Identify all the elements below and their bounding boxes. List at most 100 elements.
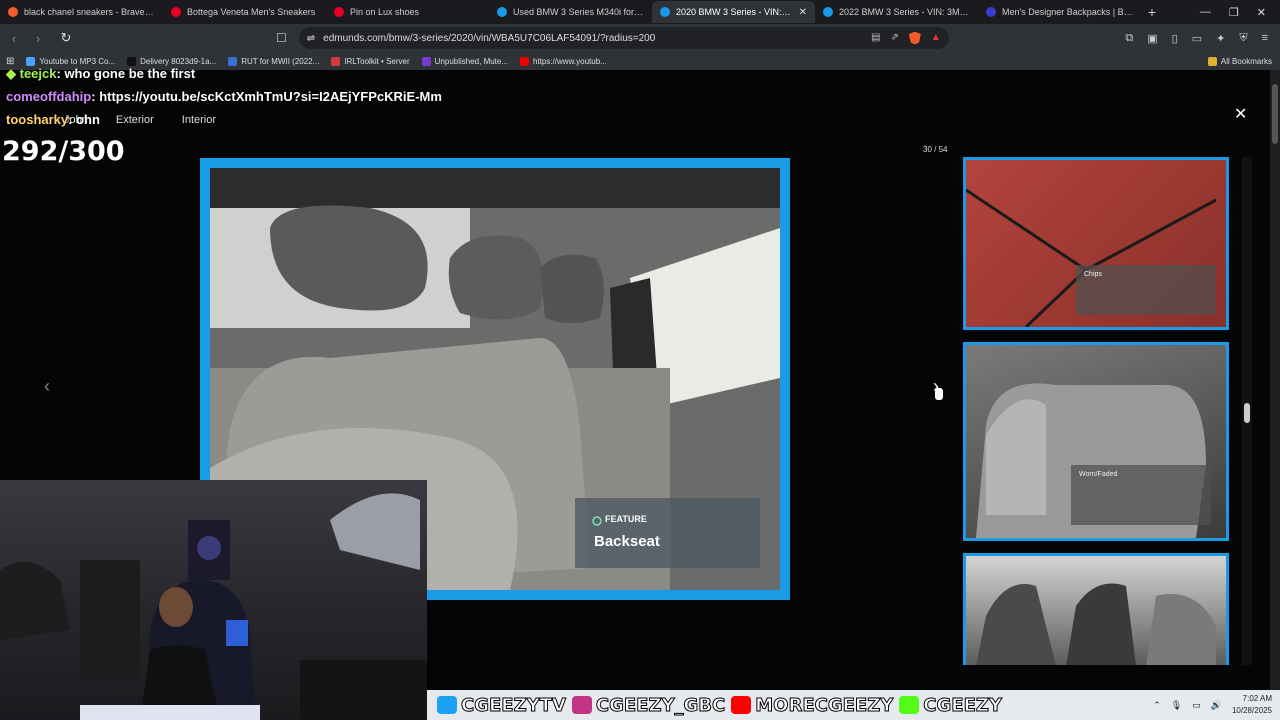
rewards-icon[interactable]: ▲: [931, 32, 941, 45]
thumbnail-scrollbar[interactable]: [1242, 157, 1252, 665]
favicon-icon: [8, 7, 18, 17]
tab-title: Men's Designer Backpacks | Burberr: [1002, 7, 1133, 17]
window-controls: — ❐ ✕: [1200, 6, 1280, 19]
browser-tab[interactable]: Men's Designer Backpacks | Burberr: [978, 1, 1141, 23]
close-window-icon[interactable]: ✕: [1257, 6, 1266, 19]
tab-title: 2022 BMW 3 Series - VIN: 3MW5U7: [839, 7, 970, 17]
bookmark-item[interactable]: Unpublished, Mute...: [421, 56, 508, 66]
tab-title: 2020 BMW 3 Series - VIN: WBA5: [676, 7, 793, 17]
extension-icon[interactable]: ⧉: [1125, 32, 1133, 45]
tab-exterior[interactable]: Exterior: [116, 114, 154, 126]
chat-colon: :: [91, 89, 100, 104]
youtube-handle: MORECGEEZY: [731, 694, 894, 716]
kick-name: CGEEZY: [923, 694, 1003, 716]
vpn-icon[interactable]: ⛨: [1239, 32, 1247, 45]
instagram-handle: CGEEZY_GBC: [571, 694, 726, 716]
reload-icon[interactable]: ↻: [56, 30, 76, 46]
leo-icon[interactable]: ✦: [1216, 32, 1225, 45]
volume-icon[interactable]: 🔊: [1211, 700, 1222, 711]
thumbnail-list: Chips Worn/Faded: [963, 157, 1229, 665]
bookmark-label: IRLToolkit • Server: [344, 56, 410, 66]
url-field[interactable]: ⇌ edmunds.com/bmw/3-series/2020/vin/WBA5…: [298, 27, 949, 49]
tab-title: Pin on Lux shoes: [350, 7, 420, 17]
browser-tab[interactable]: Used BMW 3 Series M340i for Sale N: [489, 1, 652, 23]
previous-photo-icon[interactable]: ‹: [44, 376, 50, 397]
photo-caption: Backseat: [594, 533, 660, 550]
back-icon[interactable]: ‹: [4, 31, 24, 46]
folder-icon: [1207, 56, 1217, 66]
all-bookmarks-label: All Bookmarks: [1220, 56, 1272, 66]
twitter-handle: CGEEZYTV: [437, 694, 567, 716]
twitter-name: CGEEZYTV: [461, 694, 567, 716]
bookmark-item[interactable]: IRLToolkit • Server: [331, 56, 410, 66]
tab-interior[interactable]: Interior: [182, 114, 216, 126]
bookmark-favicon-icon: [228, 56, 238, 66]
puzzle-icon[interactable]: ▣: [1147, 32, 1157, 45]
close-tab-icon[interactable]: ✕: [799, 7, 807, 18]
brave-shields-icon[interactable]: [908, 31, 921, 45]
share-icon[interactable]: ⇗: [890, 32, 898, 45]
sidebar-icon[interactable]: ▯: [1172, 32, 1178, 45]
menu-icon[interactable]: ≡: [1262, 32, 1268, 45]
browser-tab[interactable]: black chanel sneakers - Brave Search: [0, 1, 163, 23]
social-handles: CGEEZYTV CGEEZY_GBC MORECGEEZY CGEEZY: [427, 690, 1002, 720]
bookmark-favicon-icon: [127, 56, 137, 66]
bookmark-favicon-icon: [26, 56, 36, 66]
feature-badge: FEATURE: [605, 514, 647, 524]
chat-username: teejck: [19, 66, 57, 81]
bookmark-label: Youtube to MP3 Co...: [39, 56, 116, 66]
page-scrollbar[interactable]: [1270, 70, 1280, 690]
youtube-name: MORECGEEZY: [755, 694, 894, 716]
minimize-icon[interactable]: —: [1200, 6, 1211, 19]
favicon-icon: [660, 7, 670, 17]
bookmark-label: Delivery 8023d9-1a...: [140, 56, 217, 66]
screen: black chanel sneakers - Brave Search Bot…: [0, 0, 1280, 720]
clock-date: 10/28/2025: [1231, 706, 1272, 715]
site-info-icon[interactable]: ⇌: [307, 33, 315, 44]
new-tab-button[interactable]: +: [1141, 4, 1163, 20]
photo-counter: 30 / 54: [923, 145, 948, 154]
chevron-up-icon[interactable]: ⌃: [1153, 700, 1161, 711]
chat-colon: :: [68, 112, 77, 127]
webcam-graphic: [0, 493, 427, 720]
bookmark-icon[interactable]: ☐: [276, 31, 287, 45]
thumbnail-worn-faded[interactable]: Worn/Faded: [963, 342, 1229, 541]
microphone-icon[interactable]: 🎙: [1171, 700, 1182, 711]
maximize-icon[interactable]: ❐: [1229, 6, 1239, 19]
system-tray: ⌃ 🎙 ▭ 🔊 7:02 AM 10/28/2025: [1153, 690, 1272, 720]
bookmark-item[interactable]: https://www.youtub...: [520, 56, 607, 66]
browser-tab[interactable]: Bottega Veneta Men's Sneakers: [163, 1, 326, 23]
bookmark-item[interactable]: Delivery 8023d9-1a...: [127, 56, 217, 66]
display-icon[interactable]: ▭: [1192, 700, 1201, 711]
close-gallery-icon[interactable]: ✕: [1234, 104, 1247, 124]
url-text: edmunds.com/bmw/3-series/2020/vin/WBA5U7…: [323, 32, 656, 44]
apps-icon[interactable]: ⊞: [6, 56, 14, 67]
chat-message: comeoffdahip: https://youtu.be/scKctXmhT…: [6, 89, 442, 104]
browser-tab[interactable]: 2022 BMW 3 Series - VIN: 3MW5U7: [815, 1, 978, 23]
tab-title: Bottega Veneta Men's Sneakers: [187, 7, 316, 17]
forward-icon[interactable]: ›: [28, 31, 48, 46]
chat-message: ◆ teejck: who gone be the first: [6, 66, 195, 82]
tab-title: Used BMW 3 Series M340i for Sale N: [513, 7, 644, 17]
bookmark-item[interactable]: Youtube to MP3 Co...: [26, 56, 116, 66]
bookmark-item[interactable]: RUT for MWII (2022...: [228, 56, 319, 66]
mouse-cursor-icon: [935, 388, 943, 400]
reader-icon[interactable]: ▤: [871, 32, 880, 45]
browser-tab-active[interactable]: 2020 BMW 3 Series - VIN: WBA5 ✕: [652, 1, 815, 23]
webcam-feed: [0, 480, 427, 720]
clock[interactable]: 7:02 AM 10/28/2025: [1232, 693, 1272, 717]
favicon-icon: [334, 7, 344, 17]
wallet-icon[interactable]: ▭: [1192, 32, 1202, 45]
thumb-graphic: [976, 583, 1216, 665]
thumbnail-interior[interactable]: [963, 553, 1229, 665]
chat-text: who gone be the first: [64, 66, 196, 81]
instagram-name: CGEEZY_GBC: [595, 694, 726, 716]
chat-diamond-icon: ◆: [6, 66, 20, 81]
all-bookmarks-folder[interactable]: All Bookmarks: [1207, 56, 1280, 66]
browser-tab[interactable]: Pin on Lux shoes: [326, 1, 489, 23]
thumbnail-chips[interactable]: Chips: [963, 157, 1229, 330]
extensions-area: ⧉ ▣ ▯ ▭ ✦ ⛨ ≡: [1125, 32, 1280, 45]
page-scrollbar-thumb[interactable]: [1272, 84, 1278, 144]
scrollbar-thumb[interactable]: [1244, 403, 1250, 423]
address-bar-row: ‹ › ↻ ☐ ⇌ edmunds.com/bmw/3-series/2020/…: [0, 24, 1280, 52]
